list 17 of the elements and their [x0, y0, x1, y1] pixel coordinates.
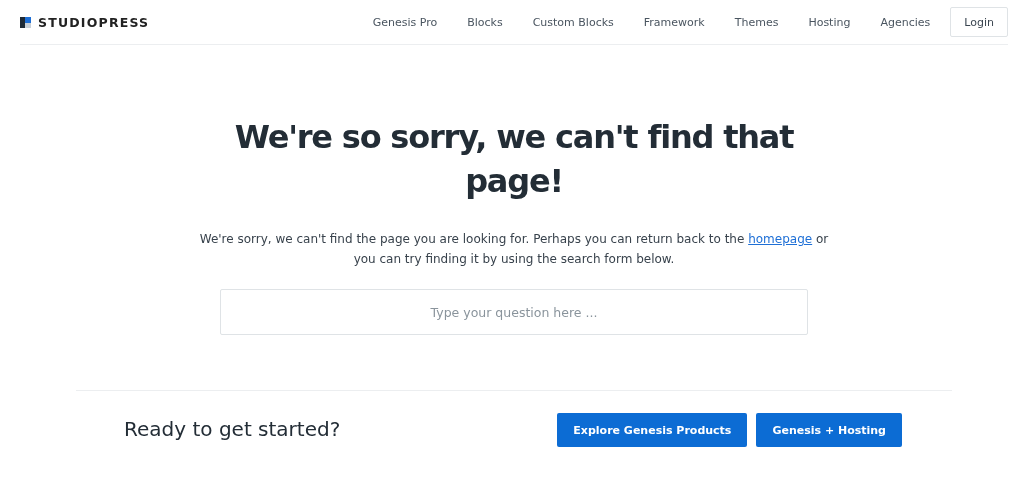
nav-link[interactable]: Framework: [628, 15, 720, 29]
error-message: We're sorry, we can't find the page you are looking for. Perhaps you can return back to the homepage or you can try finding it by using the search form below.: [198, 231, 830, 268]
cta-button[interactable]: Explore Genesis Products: [557, 413, 748, 447]
page-heading: We're so sorry, we can't find that page!: [233, 117, 795, 202]
nav-link[interactable]: Genesis Pro: [357, 15, 453, 29]
nav-link[interactable]: Custom Blocks: [517, 15, 629, 29]
logo-icon: [20, 16, 31, 28]
nav-link[interactable]: Hosting: [793, 15, 866, 29]
brand-name: STUDIOPRESS: [38, 14, 150, 30]
search-field[interactable]: Type your question here ...: [220, 289, 808, 335]
nav-link[interactable]: Agencies: [865, 15, 946, 29]
homepage-link[interactable]: homepage: [748, 232, 813, 246]
nav-link[interactable]: Themes: [719, 15, 794, 29]
cta-button[interactable]: Genesis + Hosting: [756, 413, 902, 447]
login-button[interactable]: Login: [950, 7, 1008, 37]
cta-heading: Ready to get started?: [124, 417, 342, 441]
nav-link[interactable]: Blocks: [452, 15, 518, 29]
